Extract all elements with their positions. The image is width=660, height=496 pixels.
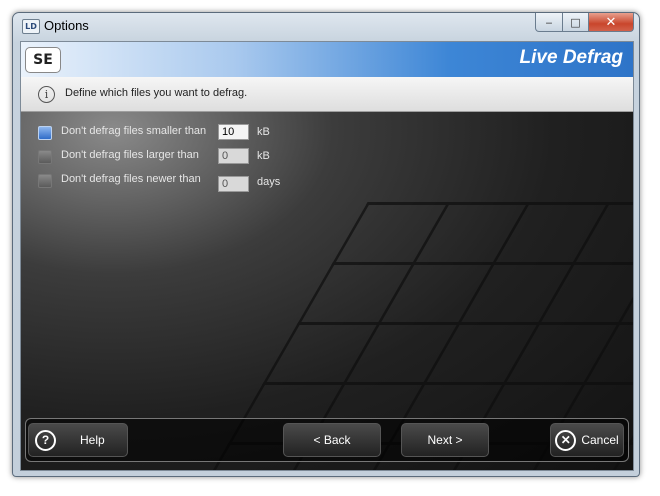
client-area: SE Live Defrag i Define which files you … — [20, 41, 634, 471]
next-button[interactable]: Next > — [401, 423, 489, 457]
cancel-button[interactable]: ✕ Cancel — [550, 423, 624, 457]
help-label: Help — [80, 433, 105, 447]
window-title: Options — [44, 18, 89, 33]
smaller-than-label: Don't defrag files smaller than — [61, 125, 207, 137]
larger-than-input[interactable]: 0 — [218, 148, 249, 164]
logo: SE — [25, 47, 61, 73]
help-button[interactable]: ? Help — [28, 423, 128, 457]
newer-than-checkbox[interactable] — [38, 174, 52, 188]
cancel-label: Cancel — [581, 433, 619, 447]
maximize-button[interactable]: □ — [563, 13, 589, 32]
info-text: Define which files you want to defrag. — [65, 87, 248, 99]
smaller-than-input[interactable]: 10 — [218, 124, 249, 140]
newer-than-label: Don't defrag files newer than — [61, 173, 201, 185]
minimize-button[interactable]: ‒ — [535, 13, 563, 32]
options-window: LD Options ‒ □ ✕ SE Live Defrag i Define… — [12, 12, 640, 477]
newer-than-unit: days — [257, 176, 281, 188]
caption-buttons: ‒ □ ✕ — [535, 13, 634, 32]
options-panel: Don't defrag files smaller than 10 kB Do… — [21, 112, 633, 470]
banner: SE Live Defrag — [21, 42, 633, 77]
close-button[interactable]: ✕ — [589, 13, 634, 32]
help-icon: ? — [35, 429, 56, 451]
button-bar: ? Help < Back Next > ✕ Cancel — [25, 418, 629, 462]
app-icon: LD — [22, 19, 40, 34]
title-bar[interactable]: LD Options ‒ □ ✕ — [13, 13, 639, 41]
smaller-than-checkbox[interactable] — [38, 126, 52, 140]
brand-title: Live Defrag — [519, 47, 623, 68]
info-icon: i — [38, 86, 55, 103]
back-button[interactable]: < Back — [283, 423, 381, 457]
cancel-icon: ✕ — [555, 429, 577, 451]
info-bar: i Define which files you want to defrag. — [21, 77, 633, 112]
smaller-than-unit: kB — [257, 126, 270, 138]
larger-than-unit: kB — [257, 150, 270, 162]
larger-than-checkbox[interactable] — [38, 150, 52, 164]
newer-than-input[interactable]: 0 — [218, 176, 249, 192]
larger-than-label: Don't defrag files larger than — [61, 149, 199, 161]
